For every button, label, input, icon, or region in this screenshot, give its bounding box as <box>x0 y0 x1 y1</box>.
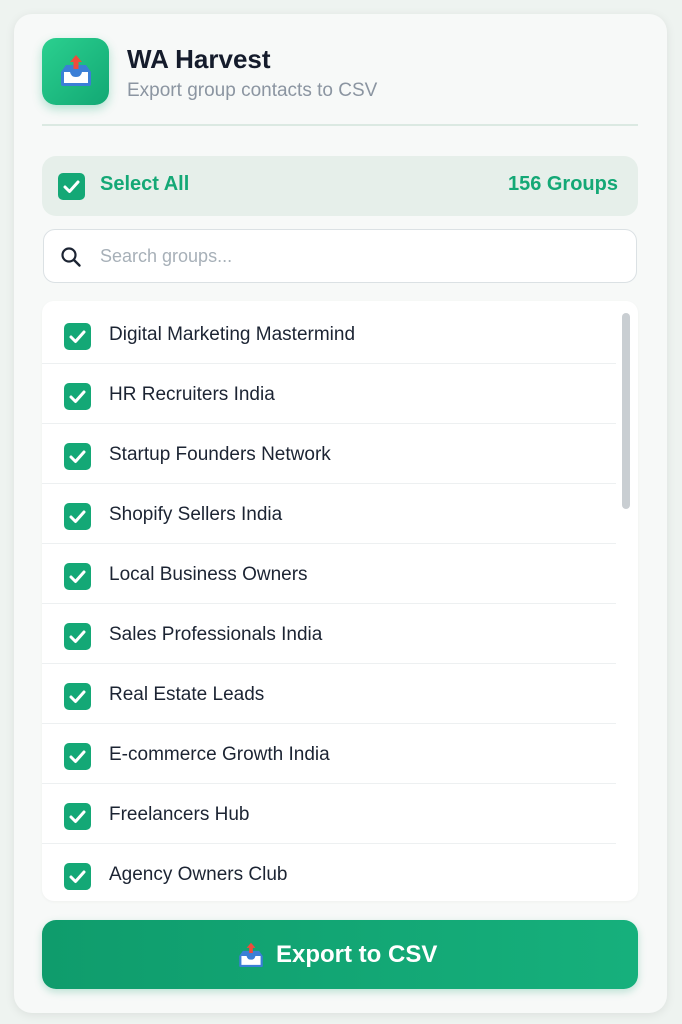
group-item[interactable]: Startup Founders Network <box>42 424 616 484</box>
group-name: Sales Professionals India <box>109 624 323 645</box>
select-all-bar[interactable]: Select All 156 Groups <box>42 156 638 216</box>
group-name: Freelancers Hub <box>109 804 250 825</box>
group-name: Shopify Sellers India <box>109 504 283 525</box>
group-checkbox[interactable] <box>64 323 91 350</box>
inbox-tray-upload-icon <box>239 942 263 968</box>
check-icon <box>69 750 86 763</box>
group-checkbox[interactable] <box>64 683 91 710</box>
group-checkbox[interactable] <box>64 803 91 830</box>
group-name: Startup Founders Network <box>109 444 331 465</box>
group-item[interactable]: Digital Marketing Mastermind <box>42 304 616 364</box>
group-checkbox[interactable] <box>64 863 91 890</box>
export-button-label: Export to CSV <box>276 941 438 968</box>
group-checkbox[interactable] <box>64 563 91 590</box>
export-csv-button[interactable]: Export to CSV <box>42 920 638 989</box>
app-subtitle: Export group contacts to CSV <box>127 80 378 101</box>
check-icon <box>69 330 86 343</box>
group-list[interactable]: Digital Marketing Mastermind HR Recruite… <box>42 301 638 901</box>
group-item[interactable]: Real Estate Leads <box>42 664 616 724</box>
search-icon <box>61 247 81 267</box>
group-item[interactable]: Freelancers Hub <box>42 784 616 844</box>
group-name: Real Estate Leads <box>109 684 265 705</box>
app-header: WA Harvest Export group contacts to CSV <box>42 38 638 126</box>
extension-popup: WA Harvest Export group contacts to CSV … <box>14 14 667 1013</box>
group-name: Digital Marketing Mastermind <box>109 324 356 345</box>
check-icon <box>69 870 86 883</box>
check-icon <box>69 810 86 823</box>
check-icon <box>69 450 86 463</box>
group-name: Agency Owners Club <box>109 864 288 885</box>
group-name: HR Recruiters India <box>109 384 275 405</box>
check-icon <box>69 570 86 583</box>
group-checkbox[interactable] <box>64 743 91 770</box>
check-icon <box>69 630 86 643</box>
check-icon <box>69 390 86 403</box>
group-checkbox[interactable] <box>64 443 91 470</box>
group-item[interactable]: Sales Professionals India <box>42 604 616 664</box>
check-icon <box>69 690 86 703</box>
app-title: WA Harvest <box>127 44 271 74</box>
group-item[interactable]: Shopify Sellers India <box>42 484 616 544</box>
group-name: Local Business Owners <box>109 564 308 585</box>
select-all-checkbox[interactable] <box>58 173 85 200</box>
group-checkbox[interactable] <box>64 623 91 650</box>
search-input[interactable] <box>100 240 620 272</box>
list-scrollbar[interactable] <box>622 313 630 509</box>
group-count: 156 Groups <box>507 173 618 195</box>
group-name: E-commerce Growth India <box>109 744 330 765</box>
check-icon <box>63 180 80 193</box>
group-item[interactable]: Agency Owners Club <box>42 844 616 901</box>
group-item[interactable]: HR Recruiters India <box>42 364 616 424</box>
group-checkbox[interactable] <box>64 503 91 530</box>
group-item[interactable]: E-commerce Growth India <box>42 724 616 784</box>
group-checkbox[interactable] <box>64 383 91 410</box>
check-icon <box>69 510 86 523</box>
group-item[interactable]: Local Business Owners <box>42 544 616 604</box>
app-logo <box>42 38 109 105</box>
select-all-label: Select All <box>100 173 190 195</box>
inbox-tray-upload-icon <box>61 55 91 86</box>
search-box <box>43 229 637 283</box>
